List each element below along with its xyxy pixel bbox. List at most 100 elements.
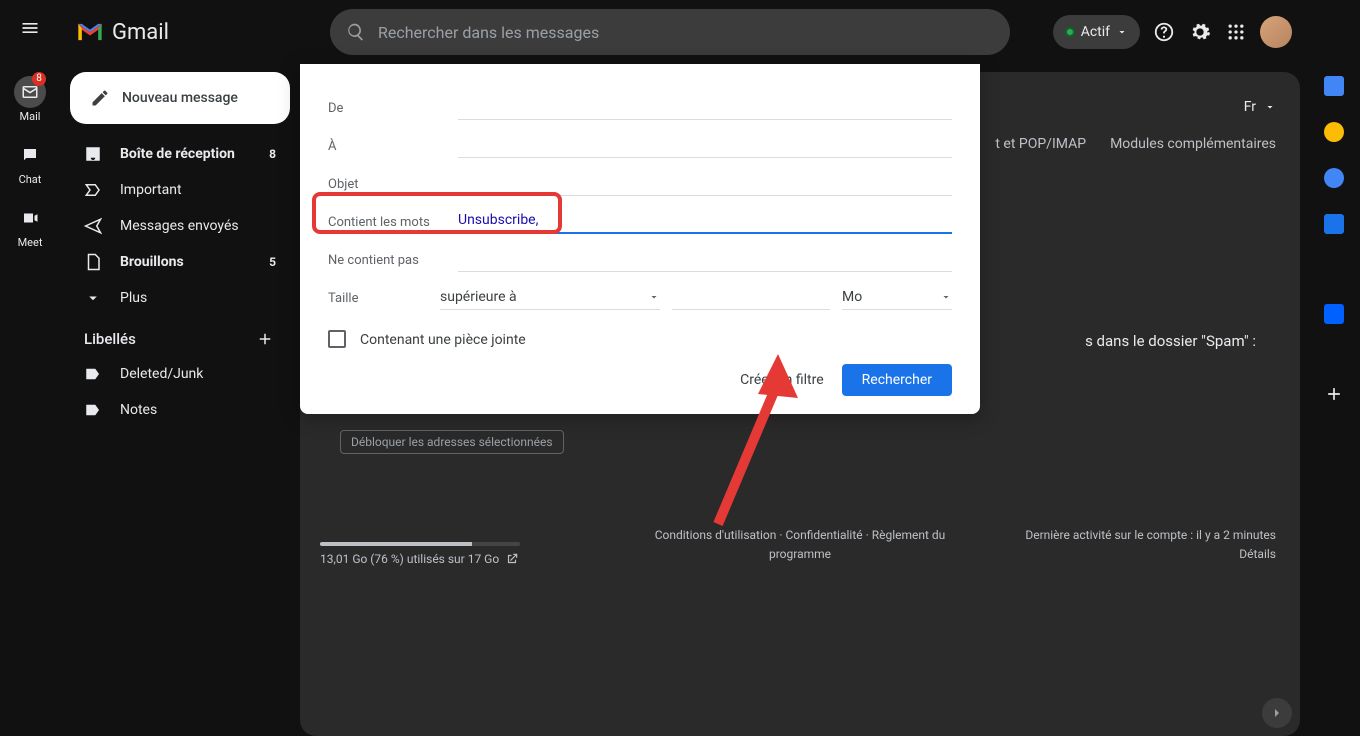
filter-size-unit: Mo — [842, 289, 862, 305]
dropbox-app-icon[interactable] — [1324, 304, 1344, 324]
chevron-down-icon — [1116, 26, 1128, 38]
filter-size-unit-select[interactable]: Mo — [842, 285, 952, 310]
meet-icon — [14, 202, 46, 234]
tasks-app-icon[interactable] — [1324, 168, 1344, 188]
contacts-app-icon[interactable] — [1324, 214, 1344, 234]
search-filter-panel: De À Objet Contient les mots — [300, 64, 980, 414]
compose-button[interactable]: Nouveau message — [70, 72, 290, 124]
calendar-app-icon[interactable] — [1324, 76, 1344, 96]
filter-haswords-label: Contient les mots — [328, 215, 438, 234]
open-in-new-icon[interactable] — [505, 552, 519, 566]
plus-icon — [1324, 384, 1344, 404]
settings-button[interactable] — [1188, 20, 1212, 44]
add-label-button[interactable] — [254, 328, 276, 350]
filter-size-label: Taille — [328, 291, 428, 310]
label-icon — [84, 365, 102, 383]
filter-attachment-checkbox[interactable] — [328, 330, 346, 348]
compose-label: Nouveau message — [122, 90, 238, 106]
nav-sent[interactable]: Messages envoyés — [70, 210, 290, 242]
content: Fr t et POP/IMAP Modules complémentaires… — [300, 64, 1308, 736]
nav-inbox[interactable]: Boîte de réception 8 — [70, 138, 290, 170]
filter-size-op: supérieure à — [440, 289, 517, 305]
help-button[interactable] — [1152, 20, 1176, 44]
language-toggle[interactable]: Fr — [1244, 99, 1256, 115]
filter-from-input[interactable] — [458, 95, 952, 120]
hamburger-icon — [20, 18, 40, 38]
filter-to-input[interactable] — [458, 133, 952, 158]
nav-sent-label: Messages envoyés — [120, 218, 239, 234]
filter-subject-input[interactable] — [458, 171, 952, 196]
nav-drafts[interactable]: Brouillons 5 — [70, 246, 290, 278]
storage-text: 13,01 Go (76 %) utilisés sur 17 Go — [320, 552, 499, 566]
status-label: Actif — [1081, 24, 1110, 40]
nav-important[interactable]: Important — [70, 174, 290, 206]
status-dot-icon — [1065, 27, 1075, 37]
create-filter-link[interactable]: Créer un filtre — [740, 372, 824, 388]
apps-grid-icon — [1226, 22, 1246, 42]
filter-size-value-input[interactable] — [672, 285, 830, 310]
search-placeholder: Rechercher dans les messages — [378, 23, 599, 42]
rail-meet[interactable]: Meet — [0, 196, 60, 255]
logo[interactable]: Gmail — [76, 20, 256, 45]
status-chip[interactable]: Actif — [1053, 15, 1140, 49]
labels-header: Libellés — [84, 330, 136, 348]
mail-badge: 8 — [32, 72, 46, 86]
filter-notwords-label: Ne contient pas — [328, 253, 438, 272]
filter-attachment-label: Contenant une pièce jointe — [360, 332, 526, 348]
footer-links[interactable]: Conditions d'utilisation · Confidentiali… — [650, 526, 950, 564]
storage-bar — [320, 542, 520, 546]
chevron-down-icon — [940, 291, 952, 303]
filter-haswords-input[interactable] — [458, 208, 952, 234]
search-icon — [346, 22, 366, 42]
drafts-icon — [84, 253, 102, 271]
keep-app-icon[interactable] — [1324, 122, 1344, 142]
gear-icon — [1189, 21, 1211, 43]
filter-to-label: À — [328, 139, 438, 158]
filter-notwords-input[interactable] — [458, 247, 952, 272]
tab-addons[interactable]: Modules complémentaires — [1110, 136, 1276, 152]
plus-icon — [256, 330, 274, 348]
label-icon — [84, 401, 102, 419]
storage-block: 13,01 Go (76 %) utilisés sur 17 Go — [320, 542, 540, 566]
label-notes-text: Notes — [120, 402, 157, 418]
apps-button[interactable] — [1224, 20, 1248, 44]
add-app-button[interactable] — [1324, 384, 1344, 404]
chevron-down-icon — [1264, 101, 1276, 113]
unblock-chip[interactable]: Débloquer les adresses sélectionnées — [340, 430, 564, 454]
last-activity: Dernière activité sur le compte : il y a… — [1025, 526, 1276, 545]
nav-more[interactable]: Plus — [70, 282, 290, 314]
product-name: Gmail — [112, 20, 169, 45]
help-icon — [1153, 21, 1175, 43]
gmail-icon — [76, 21, 104, 43]
label-notes[interactable]: Notes — [70, 394, 290, 426]
nav-drafts-label: Brouillons — [120, 254, 184, 270]
details-link[interactable]: Détails — [1025, 545, 1276, 564]
sidebar: Nouveau message Boîte de réception 8 Imp… — [60, 64, 300, 736]
side-panel — [1308, 0, 1360, 736]
filter-from-label: De — [328, 101, 438, 120]
nav-important-label: Important — [120, 182, 182, 198]
nav-drafts-count: 5 — [269, 255, 276, 269]
account-avatar[interactable] — [1260, 16, 1292, 48]
nav-inbox-label: Boîte de réception — [120, 146, 235, 162]
header: Gmail Rechercher dans les messages Actif — [60, 0, 1308, 64]
search-bar[interactable]: Rechercher dans les messages — [330, 9, 1010, 55]
expand-fab[interactable] — [1262, 698, 1292, 728]
rail-chat-label: Chat — [19, 173, 42, 186]
chevron-right-icon — [1269, 705, 1285, 721]
nav-more-label: Plus — [120, 290, 147, 306]
label-deleted-junk-text: Deleted/Junk — [120, 366, 203, 382]
search-button[interactable]: Rechercher — [842, 364, 952, 396]
label-deleted-junk[interactable]: Deleted/Junk — [70, 358, 290, 390]
chevron-down-icon — [648, 291, 660, 303]
tab-pop-imap[interactable]: t et POP/IMAP — [995, 136, 1086, 152]
rail-mail[interactable]: 8 Mail — [0, 70, 60, 129]
filter-subject-label: Objet — [328, 177, 438, 196]
filter-size-op-select[interactable]: supérieure à — [440, 285, 660, 310]
rail-mail-label: Mail — [20, 110, 41, 123]
inbox-icon — [84, 145, 102, 163]
rail-meet-label: Meet — [18, 236, 43, 249]
menu-button[interactable] — [6, 4, 54, 52]
rail-chat[interactable]: Chat — [0, 133, 60, 192]
chevron-down-icon — [84, 289, 102, 307]
